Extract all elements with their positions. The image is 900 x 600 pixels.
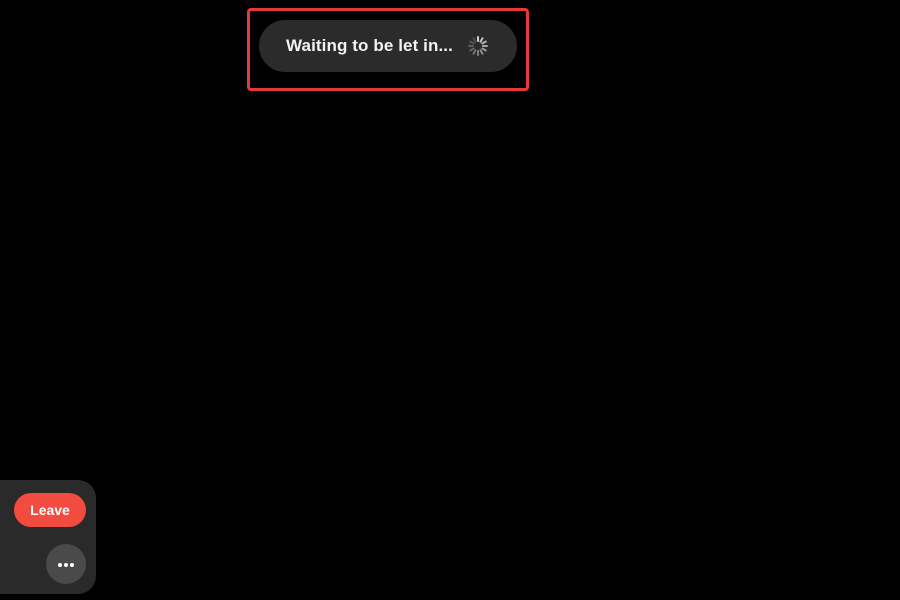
loading-spinner-icon [467, 35, 489, 57]
leave-button[interactable]: Leave [14, 493, 86, 527]
more-options-icon [57, 555, 75, 573]
meeting-controls-panel: Leave [0, 480, 96, 594]
waiting-status-banner: Waiting to be let in... [259, 20, 517, 72]
meeting-stage: Waiting to be let in... Leave [0, 0, 900, 600]
waiting-status-text: Waiting to be let in... [286, 36, 453, 55]
more-options-button[interactable] [46, 544, 86, 584]
